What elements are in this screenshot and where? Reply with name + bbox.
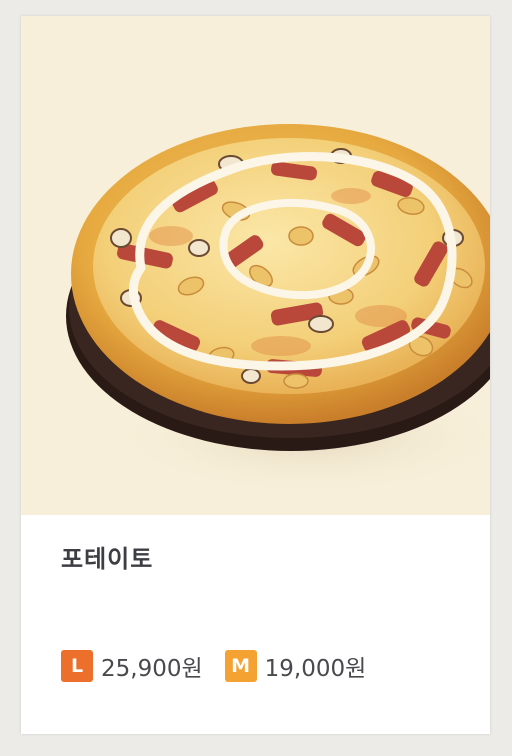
price-medium: M 19,000원: [224, 649, 367, 683]
price-large-value: 25,900원: [101, 656, 203, 682]
size-l-badge: L: [61, 650, 93, 682]
price-medium-value: 19,000원: [264, 656, 367, 682]
product-name[interactable]: 포테이토: [61, 539, 153, 574]
price-large: L 25,900원: [61, 649, 203, 683]
price-list: L 25,900원 M 19,000원: [61, 649, 388, 683]
pizza-image: [66, 124, 490, 496]
product-info: 포테이토 L 25,900원 M 19,000원: [21, 515, 490, 734]
pizza-photo[interactable]: [21, 16, 490, 515]
product-card[interactable]: 포테이토 L 25,900원 M 19,000원: [21, 16, 490, 734]
size-m-badge: M: [224, 650, 257, 682]
